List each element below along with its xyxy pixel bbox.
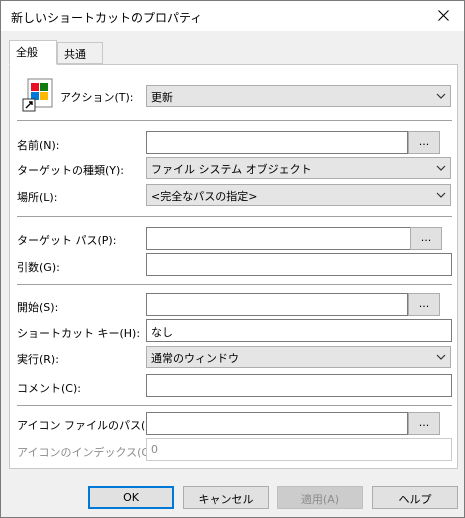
run-label: 実行(R): (17, 353, 59, 366)
comment-input[interactable] (146, 374, 452, 397)
icon-index-input[interactable]: 0 (146, 438, 452, 461)
chevron-down-icon (436, 165, 446, 171)
target-type-value: ファイル システム オブジェクト (151, 163, 312, 176)
icon-path-browse-button[interactable]: ... (408, 412, 440, 435)
run-value: 通常のウィンドウ (151, 352, 239, 365)
shortcut-icon (22, 77, 58, 113)
title-bar: 新しいショートカットのプロパティ (1, 1, 464, 31)
target-type-label: ターゲットの種類(Y): (17, 164, 125, 177)
tab-common-label: 共通 (64, 48, 86, 61)
window-title: 新しいショートカットのプロパティ (11, 11, 203, 25)
tab-general-label: 全般 (16, 46, 38, 59)
icon-index-label: アイコンのインデックス(O): (17, 446, 159, 459)
icon-path-input[interactable] (146, 412, 408, 435)
separator (17, 284, 452, 285)
general-panel: アクション(T): 更新 名前(N): ... ターゲットの種類(Y): ファイ… (9, 64, 458, 469)
icon-path-label: アイコン ファイルのパス(I): (17, 419, 157, 432)
run-select[interactable]: 通常のウィンドウ (146, 346, 451, 368)
location-value: <完全なパスの指定> (151, 190, 258, 203)
help-button[interactable]: ヘルプ (372, 486, 458, 509)
shortcut-key-label: ショートカット キー(H): (17, 327, 141, 340)
name-input[interactable] (146, 131, 408, 154)
start-in-label: 開始(S): (17, 301, 59, 314)
comment-label: コメント(C): (17, 382, 81, 395)
properties-dialog: 新しいショートカットのプロパティ 全般 共通 アクション(T): 更新 名前(N… (0, 0, 465, 518)
ok-button[interactable]: OK (88, 486, 174, 509)
chevron-down-icon (436, 192, 446, 198)
target-path-browse-button[interactable]: ... (410, 227, 442, 250)
tab-common[interactable]: 共通 (57, 42, 103, 64)
tab-general[interactable]: 全般 (9, 40, 57, 65)
target-path-label: ターゲット パス(P): (17, 234, 117, 247)
arguments-input[interactable] (146, 253, 452, 276)
location-select[interactable]: <完全なパスの指定> (146, 184, 451, 206)
separator (17, 405, 452, 406)
separator (17, 120, 452, 121)
action-value: 更新 (151, 91, 173, 104)
close-button[interactable] (430, 3, 458, 29)
name-browse-button[interactable]: ... (408, 131, 440, 154)
action-select[interactable]: 更新 (146, 85, 451, 107)
close-icon (438, 10, 449, 21)
chevron-down-icon (436, 354, 446, 360)
location-label: 場所(L): (17, 191, 58, 204)
name-label: 名前(N): (17, 139, 60, 152)
target-type-select[interactable]: ファイル システム オブジェクト (146, 157, 451, 179)
cancel-button[interactable]: キャンセル (183, 486, 269, 509)
target-path-input[interactable] (146, 227, 412, 250)
start-in-input[interactable] (146, 293, 408, 316)
action-label: アクション(T): (60, 91, 134, 104)
shortcut-key-input[interactable]: なし (146, 319, 452, 342)
separator (17, 216, 452, 217)
chevron-down-icon (436, 93, 446, 99)
apply-button[interactable]: 適用(A) (277, 486, 363, 509)
start-in-browse-button[interactable]: ... (408, 293, 440, 316)
arguments-label: 引数(G): (17, 261, 60, 274)
